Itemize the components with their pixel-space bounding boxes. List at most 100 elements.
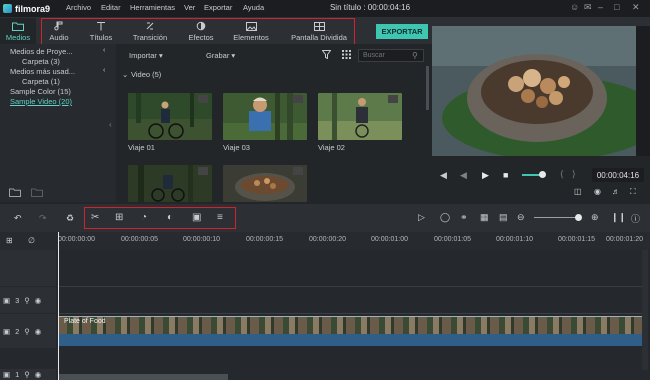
delete-icon[interactable]: ♻ (66, 213, 74, 224)
maximize-icon[interactable]: □ (614, 2, 619, 12)
new-folder-icon[interactable] (9, 188, 21, 197)
library-item-project-media[interactable]: Medios de Proye... (10, 47, 73, 57)
track-header: ▣ 3 ⚲ ◉ (0, 287, 56, 313)
close-icon[interactable]: ✕ (632, 2, 640, 13)
playhead[interactable] (58, 232, 59, 380)
crop-icon[interactable]: ⊞ (115, 212, 123, 223)
video-thumbnail[interactable] (128, 93, 212, 140)
undo-icon[interactable]: ↶ (14, 213, 22, 224)
collapse-arrow-icon[interactable]: ‹ (109, 120, 112, 129)
tab-medios[interactable]: Medios (0, 18, 36, 44)
chevron-icon[interactable]: ‹ (103, 67, 105, 74)
video-thumbnail[interactable] (318, 93, 402, 140)
video-clip[interactable] (58, 316, 642, 334)
app-logo: filmora9 (3, 2, 55, 15)
voiceover-icon[interactable]: ▦ (480, 212, 489, 223)
menu-archivo[interactable]: Archivo (66, 3, 91, 12)
menu-ver[interactable]: Ver (184, 3, 195, 12)
snapshot-icon[interactable]: ◉ (594, 187, 601, 196)
next-marker-icon[interactable]: ⟩ (572, 169, 576, 180)
eye-icon[interactable]: ◉ (35, 370, 42, 379)
lock-icon[interactable]: ⚲ (24, 327, 30, 336)
color-icon[interactable]: ◐ (167, 212, 173, 223)
menu-herramientas[interactable]: Herramientas (130, 3, 175, 12)
step-back-icon[interactable]: ◀ (460, 170, 467, 181)
filter-icon[interactable] (322, 50, 331, 59)
prev-marker-icon[interactable]: ⟨ (560, 169, 564, 180)
ruler-tick: 00:00:01:20 (606, 236, 643, 243)
zoom-slider-handle[interactable] (575, 214, 582, 221)
ruler-tick: 00:00:00:10 (183, 236, 220, 243)
play-icon[interactable]: ▶ (482, 170, 489, 181)
preview-timecode: 00:00:04:16 (592, 168, 644, 182)
import-dropdown[interactable]: Importar ▾ (129, 51, 163, 60)
help-icon[interactable]: ⓘ (631, 212, 640, 225)
track-divider (58, 313, 642, 314)
tab-elementos[interactable]: Elementos (228, 18, 274, 44)
timeline-pause-icon[interactable]: ❙❙ (611, 212, 626, 223)
effects-icon (195, 21, 207, 31)
minimize-icon[interactable]: – (598, 2, 603, 12)
link-icon[interactable]: ∅ (28, 236, 35, 245)
menu-exportar[interactable]: Exportar (204, 3, 232, 12)
chevron-icon[interactable]: ‹ (103, 47, 105, 54)
menu-ayuda[interactable]: Ayuda (243, 3, 264, 12)
ruler-tick: 00:00:01:00 (371, 236, 408, 243)
zoom-out-icon[interactable]: ⊖ (517, 212, 525, 223)
speed-icon[interactable]: ◔ (141, 212, 147, 223)
volume-slider-handle[interactable] (539, 171, 546, 178)
cut-icon[interactable]: ✂ (91, 212, 99, 223)
thumbnail-label: Viaje 03 (223, 143, 250, 152)
tab-pantalla-dividida[interactable]: Pantalla Dividida (286, 18, 352, 44)
grid-view-icon[interactable] (342, 50, 351, 59)
library-item-sample-color[interactable]: Sample Color (15) (10, 87, 71, 97)
track-divider (58, 286, 642, 287)
previous-frame-icon[interactable]: ◀ (440, 170, 447, 181)
notification-icon[interactable]: ✉ (584, 2, 592, 13)
green-screen-icon[interactable]: ▣ (192, 212, 201, 223)
tab-efectos[interactable]: Efectos (182, 18, 220, 44)
video-thumbnail[interactable] (128, 165, 212, 202)
vertical-scrollbar[interactable] (642, 250, 648, 370)
export-button[interactable]: EXPORTAR (376, 24, 428, 39)
fullscreen-icon[interactable]: ⛶ (630, 187, 636, 197)
video-thumbnail[interactable] (223, 165, 307, 202)
account-icon[interactable]: ☺ (570, 2, 579, 12)
tab-titulos[interactable]: Títulos (82, 18, 120, 44)
video-thumbnail[interactable] (223, 93, 307, 140)
monitor-icon[interactable]: ◫ (574, 187, 582, 196)
library-item-folder[interactable]: Carpeta (1) (22, 77, 60, 87)
eye-icon[interactable]: ◉ (35, 327, 42, 336)
zoom-slider[interactable] (534, 217, 578, 218)
menu-editar[interactable]: Editar (101, 3, 121, 12)
ruler-tick: 00:00:00:20 (309, 236, 346, 243)
library-item-sample-video[interactable]: Sample Video (20) (10, 97, 72, 107)
zoom-in-icon[interactable]: ⊕ (591, 212, 599, 223)
timeline-tracks (0, 250, 650, 380)
lock-icon[interactable]: ⚲ (24, 296, 30, 305)
tab-audio[interactable]: Audio (44, 18, 74, 44)
section-collapse-icon[interactable]: ⌄ (122, 70, 128, 79)
volume-icon[interactable]: ♬ (612, 187, 620, 196)
preview-viewer[interactable] (432, 26, 650, 156)
section-title: Video (5) (131, 70, 162, 79)
redo-icon[interactable]: ↷ (39, 213, 47, 224)
audio-mixer-icon[interactable]: ≡ (217, 212, 223, 223)
clip-audio-bar[interactable] (58, 334, 642, 346)
render-icon[interactable]: ▷ (418, 212, 425, 223)
add-track-icon[interactable]: ⊞ (6, 236, 13, 245)
marker-icon[interactable]: ◯ (440, 212, 450, 223)
media-scrollbar[interactable] (426, 66, 429, 110)
timeline-scrollbar[interactable] (58, 374, 228, 380)
library-item-most-used[interactable]: Medios más usad... (10, 67, 75, 77)
record-dropdown[interactable]: Grabar ▾ (206, 51, 235, 60)
detach-audio-icon[interactable]: ▤ (499, 212, 508, 223)
folder-icon[interactable] (31, 188, 43, 197)
lock-icon[interactable]: ⚲ (24, 370, 30, 379)
library-item-folder[interactable]: Carpeta (3) (22, 57, 60, 67)
search-icon[interactable]: ⚲ (412, 51, 418, 60)
stop-icon[interactable]: ■ (503, 170, 508, 180)
microphone-icon[interactable]: ⚭ (460, 212, 468, 223)
tab-transicion[interactable]: Transición (128, 18, 172, 44)
eye-icon[interactable]: ◉ (35, 296, 42, 305)
